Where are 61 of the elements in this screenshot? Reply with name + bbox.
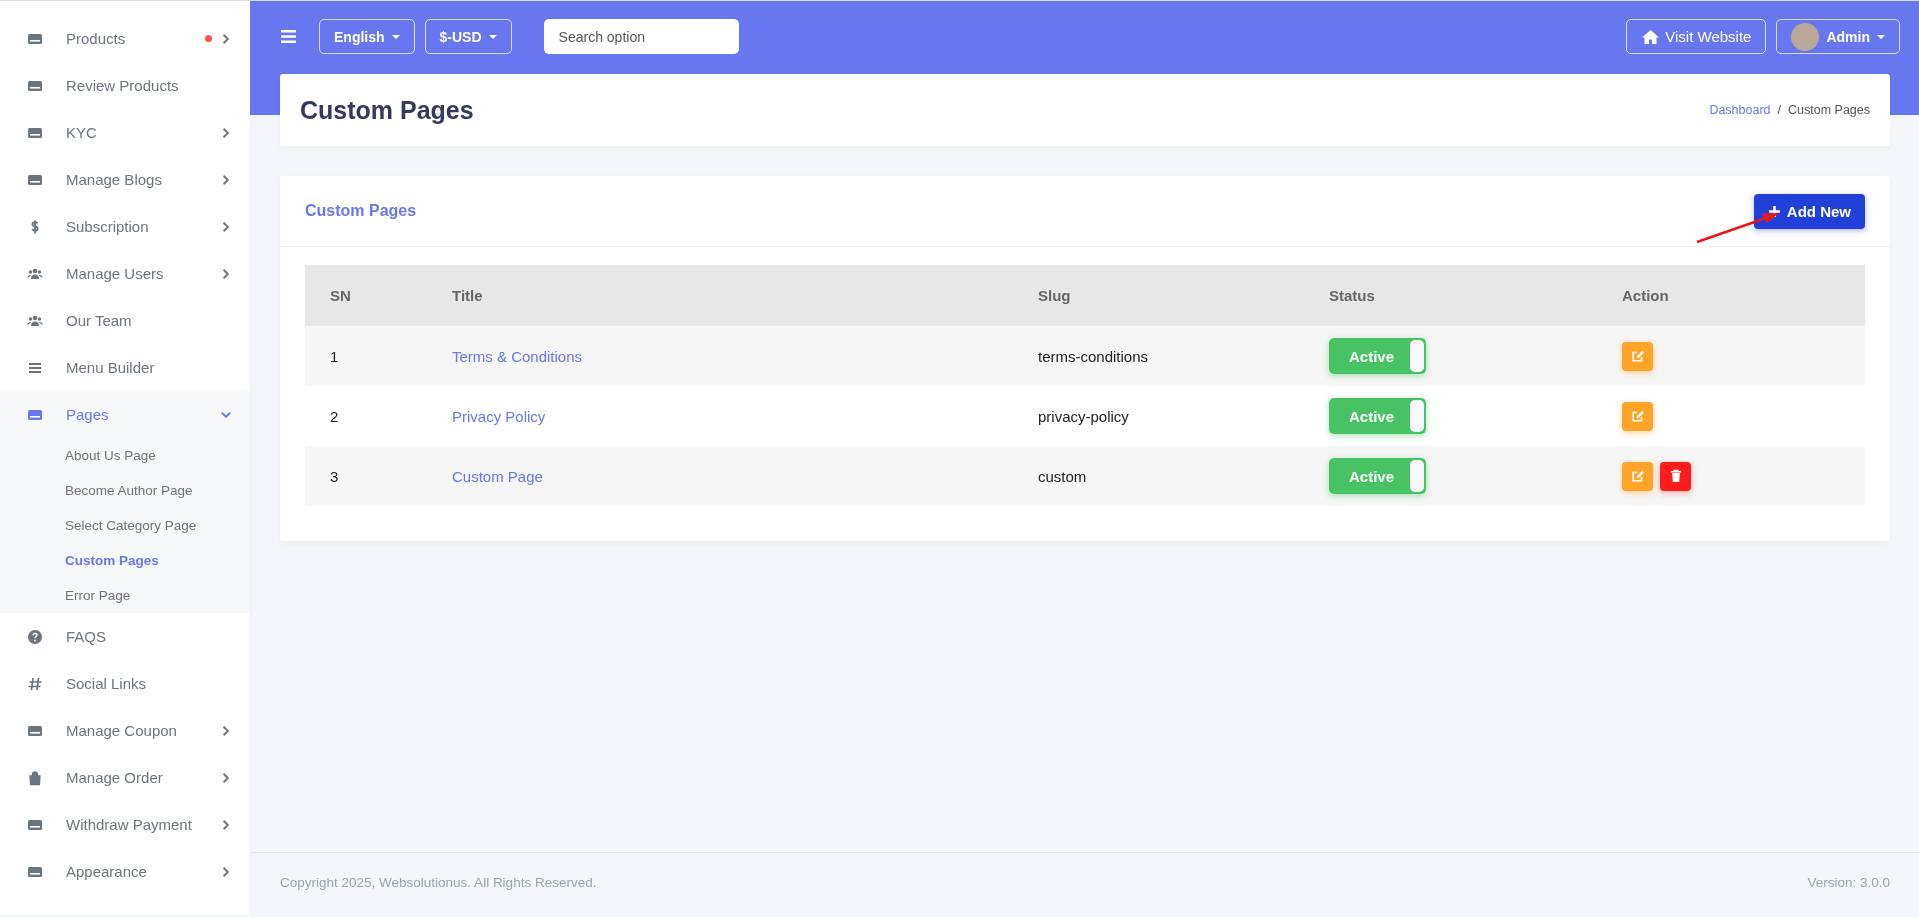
table-cell: 2 [330,407,339,425]
search-field[interactable]: Search option [543,19,739,54]
submenu-item[interactable]: Select Category Page [0,508,250,543]
plus-icon [1767,204,1781,218]
breadcrumb-current: Custom Pages [1788,103,1870,117]
submenu-item[interactable]: Error Page [0,578,250,613]
table-cell: 1 [330,347,339,365]
page-title-link[interactable]: Privacy Policy [452,407,546,425]
sidebar-item[interactable]: Social Links [0,660,250,707]
edit-icon [1630,409,1645,423]
column-header: Title [427,265,1013,326]
copyright-text: Copyright 2025, Websolutionus. All Rights Reserved. [280,875,597,892]
sidebar-item[interactable]: KYC [0,109,250,156]
breadcrumb-link[interactable]: Dashboard [1709,103,1771,117]
sidebar-item[interactable]: Manage Users [0,250,250,297]
table-cell: custom [1038,467,1087,485]
trash-icon [1669,469,1682,483]
edit-button[interactable] [1622,461,1653,491]
visit-website-button[interactable]: Visit Website [1626,19,1767,54]
sidebar-item[interactable]: Manage Blogs [0,156,250,203]
sidebar-item[interactable]: Appearance [0,848,250,895]
version-text: Version: 3.0.0 [1807,875,1890,892]
card-title: Custom Pages [305,202,417,220]
table-cell: 3 [330,467,339,485]
home-icon [1641,28,1661,45]
question-icon [27,628,43,645]
sidebar-item[interactable]: Our Team [0,297,250,344]
sidebar-item[interactable]: Manage Order [0,754,250,801]
add-new-button[interactable]: Add New [1753,193,1865,229]
sidebar-item[interactable]: Withdraw Payment [0,801,250,848]
submenu-item[interactable]: Become Author Page [0,473,250,508]
avatar [1791,22,1820,51]
table-cell: privacy-policy [1038,407,1129,425]
sidebar-item[interactable]: Products [0,15,250,62]
column-header: SN [305,265,427,326]
edit-button[interactable] [1622,341,1653,371]
edit-button[interactable] [1622,401,1653,431]
column-header: Action [1597,265,1865,326]
submenu-item[interactable]: Custom Pages [0,543,250,578]
page-title-link[interactable]: Terms & Conditions [452,347,583,365]
sidebar-item[interactable]: FAQS [0,613,250,660]
currency-dropdown[interactable]: $-USD [424,19,512,54]
sidebar-item[interactable]: Subscription [0,203,250,250]
menu-icon[interactable] [280,29,297,44]
column-header: Slug [1013,265,1304,326]
sidebar-item[interactable]: Manage Coupon [0,707,250,754]
edit-icon [1630,469,1645,483]
page-title-link[interactable]: Custom Page [452,467,543,485]
delete-button[interactable] [1660,461,1691,491]
submenu-item[interactable]: About Us Page [0,438,250,473]
table-cell: terms-conditions [1038,347,1149,365]
column-header: Status [1304,265,1597,326]
hash-icon [27,675,43,692]
user-menu-button[interactable]: Admin [1776,19,1900,54]
bag-icon [27,769,43,786]
sidebar-item[interactable]: Menu Builder [0,344,250,391]
language-dropdown[interactable]: English [319,19,415,54]
edit-icon [1630,349,1645,363]
sidebar-item[interactable]: Review Products [0,62,250,109]
page-title: Custom Pages [300,95,474,125]
breadcrumb-separator: / [1777,103,1781,117]
